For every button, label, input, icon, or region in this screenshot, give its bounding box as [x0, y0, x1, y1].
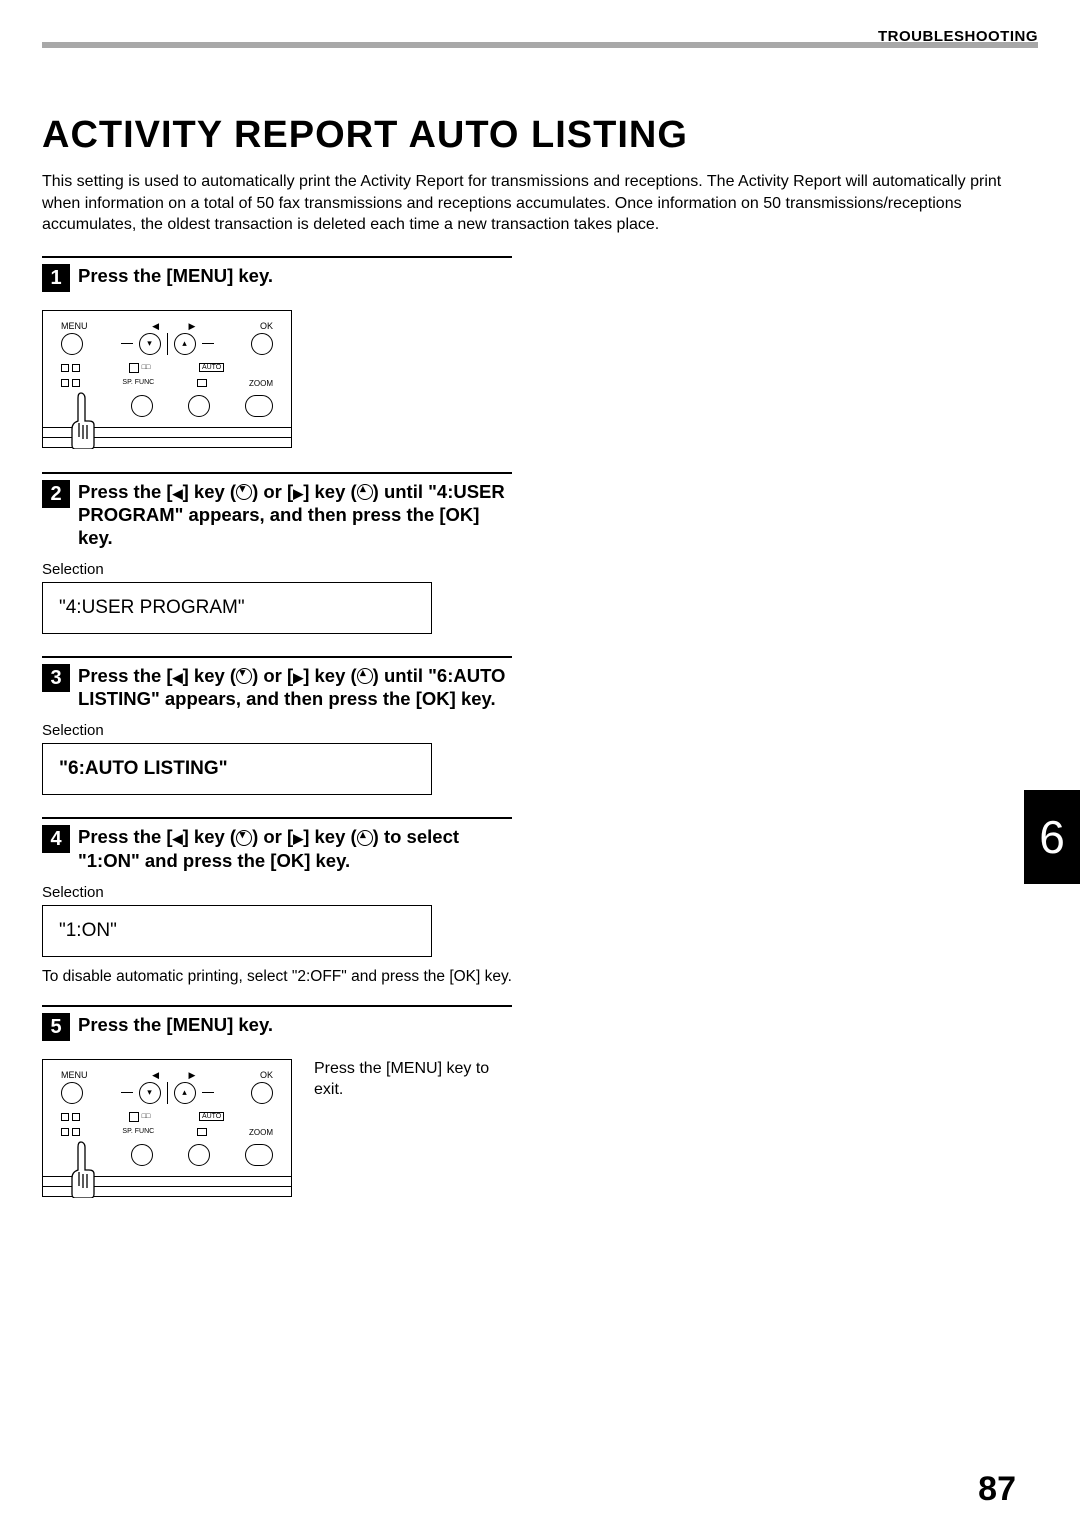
panel-label-zoom: ZOOM [249, 1128, 273, 1137]
right-triangle-icon [293, 826, 303, 847]
step-note: Press the [MENU] key to exit. [314, 1059, 494, 1101]
control-panel-diagram: MENU ◀ ▶ OK ▾▴ □□ AUTO SP [42, 1059, 292, 1197]
up-arrow-icon: ▴ [174, 333, 196, 355]
ok-button-icon [251, 1082, 273, 1104]
section-header: TROUBLESHOOTING [878, 28, 1038, 45]
panel-label-menu: MENU [61, 321, 88, 332]
step-instruction: Press the [MENU] key. [78, 264, 273, 287]
panel-button-icon [131, 395, 153, 417]
up-circle-icon [357, 668, 373, 684]
right-triangle-icon [293, 665, 303, 686]
pointing-finger-icon [67, 1140, 97, 1198]
menu-button-icon [61, 1082, 83, 1104]
down-arrow-icon: ▾ [139, 1082, 161, 1104]
step-1: 1 Press the [MENU] key. [42, 264, 512, 292]
lcd-display: "4:USER PROGRAM" [42, 582, 432, 634]
step-number: 5 [42, 1013, 70, 1041]
selection-label: Selection [42, 561, 512, 578]
panel-button-icon [188, 1144, 210, 1166]
chapter-tab: 6 [1024, 790, 1080, 884]
up-arrow-icon: ▴ [174, 1082, 196, 1104]
step-number: 2 [42, 480, 70, 508]
step-instruction: Press the [] key () or [] key () until "… [78, 664, 512, 710]
selection-label: Selection [42, 722, 512, 739]
zoom-button-icon [245, 1144, 273, 1166]
ok-button-icon [251, 333, 273, 355]
panel-button-icon [131, 1144, 153, 1166]
page-number: 87 [978, 1470, 1016, 1509]
panel-label-menu: MENU [61, 1070, 88, 1081]
down-circle-icon [236, 830, 252, 846]
step-2: 2 Press the [] key () or [] key () until… [42, 480, 512, 549]
menu-button-icon [61, 333, 83, 355]
panel-label-spfunc: SP. FUNC [122, 1128, 154, 1137]
up-circle-icon [357, 830, 373, 846]
step-instruction: Press the [MENU] key. [78, 1013, 273, 1036]
lcd-display: "6:AUTO LISTING" [42, 743, 432, 795]
left-triangle-icon [173, 665, 183, 686]
zoom-button-icon [245, 395, 273, 417]
panel-label-ok: OK [260, 1070, 273, 1081]
right-triangle-icon [293, 481, 303, 502]
step-4: 4 Press the [] key () or [] key () to se… [42, 825, 512, 871]
step-5: 5 Press the [MENU] key. [42, 1013, 512, 1041]
pointing-finger-icon [67, 391, 97, 449]
down-circle-icon [236, 484, 252, 500]
selection-label: Selection [42, 884, 512, 901]
up-circle-icon [357, 484, 373, 500]
intro-paragraph: This setting is used to automatically pr… [42, 171, 1002, 236]
step-number: 3 [42, 664, 70, 692]
panel-button-icon [188, 395, 210, 417]
lcd-display: "1:ON" [42, 905, 432, 957]
left-triangle-icon [173, 826, 183, 847]
left-triangle-icon [173, 481, 183, 502]
panel-label-ok: OK [260, 321, 273, 332]
panel-label-spfunc: SP. FUNC [122, 379, 154, 388]
step-instruction: Press the [] key () or [] key () to sele… [78, 825, 512, 871]
step-3: 3 Press the [] key () or [] key () until… [42, 664, 512, 710]
page-title: ACTIVITY REPORT AUTO LISTING [42, 114, 1038, 157]
panel-label-auto: AUTO [199, 1112, 224, 1121]
panel-label-zoom: ZOOM [249, 379, 273, 388]
step-number: 1 [42, 264, 70, 292]
step-instruction: Press the [] key () or [] key () until "… [78, 480, 512, 549]
control-panel-diagram: MENU ◀ ▶ OK ▾▴ □□ AUTO SP. FUNC ZOOM [42, 310, 292, 448]
step-note: To disable automatic printing, select "2… [42, 967, 512, 987]
down-arrow-icon: ▾ [139, 333, 161, 355]
step-number: 4 [42, 825, 70, 853]
panel-label-auto: AUTO [199, 363, 224, 372]
down-circle-icon [236, 668, 252, 684]
